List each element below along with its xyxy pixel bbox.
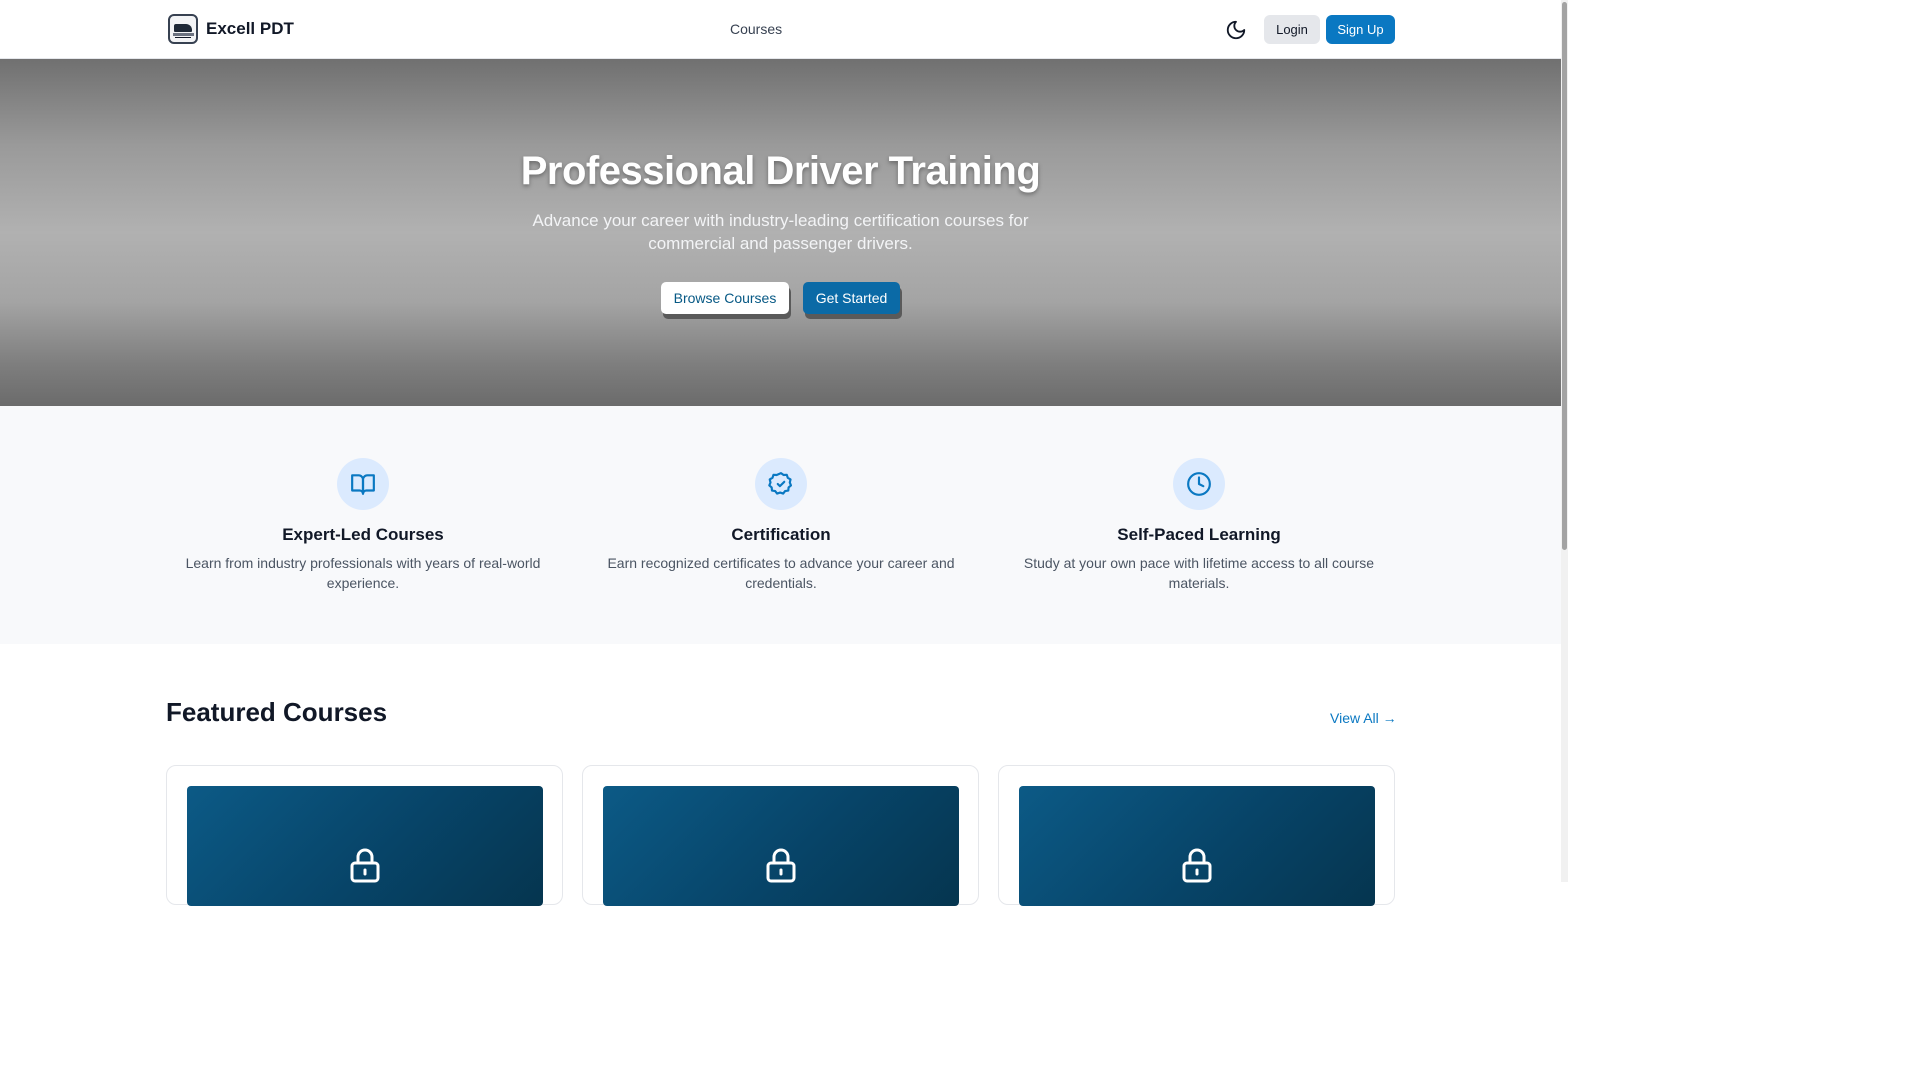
feature-description: Study at your own pace with lifetime acc… bbox=[1023, 555, 1375, 591]
featured-courses-heading: Featured Courses bbox=[166, 697, 388, 727]
nav-link-courses[interactable]: Courses bbox=[730, 21, 782, 38]
scrollbar-thumb[interactable] bbox=[1562, 2, 1567, 550]
page-scrollbar[interactable] bbox=[1561, 0, 1568, 882]
feature-description: Learn from industry professionals with y… bbox=[185, 555, 541, 591]
top-navbar: Excell PDT Courses Login Sign Up bbox=[0, 0, 1561, 59]
course-thumbnail bbox=[1019, 786, 1375, 906]
lock-icon bbox=[765, 847, 797, 883]
course-card[interactable] bbox=[998, 765, 1395, 906]
hero-section: Professional Driver Training Advance you… bbox=[0, 59, 1561, 406]
course-thumbnail bbox=[603, 786, 959, 906]
course-card[interactable] bbox=[166, 765, 563, 906]
login-button[interactable]: Login bbox=[1264, 15, 1320, 44]
brand-name[interactable]: Excell PDT bbox=[206, 18, 294, 40]
moon-icon[interactable] bbox=[1225, 19, 1247, 41]
brand-logo[interactable] bbox=[168, 14, 198, 44]
feature-title: Certification bbox=[731, 525, 831, 544]
feature-expert-led: Expert-Led Courses Learn from industry p… bbox=[173, 406, 553, 644]
features-section: Expert-Led Courses Learn from industry p… bbox=[0, 406, 1561, 644]
hero-title: Professional Driver Training bbox=[520, 149, 1041, 193]
browse-courses-button[interactable]: Browse Courses bbox=[661, 282, 789, 314]
feature-self-paced: Self-Paced Learning Study at your own pa… bbox=[1009, 406, 1389, 644]
course-card[interactable] bbox=[582, 765, 979, 906]
signup-button[interactable]: Sign Up bbox=[1326, 15, 1395, 44]
feature-description: Earn recognized certificates to advance … bbox=[607, 555, 955, 591]
feature-certification: Certification Earn recognized certificat… bbox=[591, 406, 971, 644]
feature-title: Self-Paced Learning bbox=[1117, 525, 1281, 544]
get-started-button[interactable]: Get Started bbox=[803, 282, 900, 314]
view-all-link[interactable]: View All → bbox=[1330, 710, 1397, 727]
book-open-icon bbox=[337, 458, 389, 510]
clock-icon bbox=[1173, 458, 1225, 510]
lock-icon bbox=[349, 847, 381, 883]
hero-subtitle: Advance your career with industry-leadin… bbox=[532, 211, 1029, 253]
badge-check-icon bbox=[755, 458, 807, 510]
course-thumbnail bbox=[187, 786, 543, 906]
lock-icon bbox=[1181, 847, 1213, 883]
feature-title: Expert-Led Courses bbox=[282, 525, 444, 544]
